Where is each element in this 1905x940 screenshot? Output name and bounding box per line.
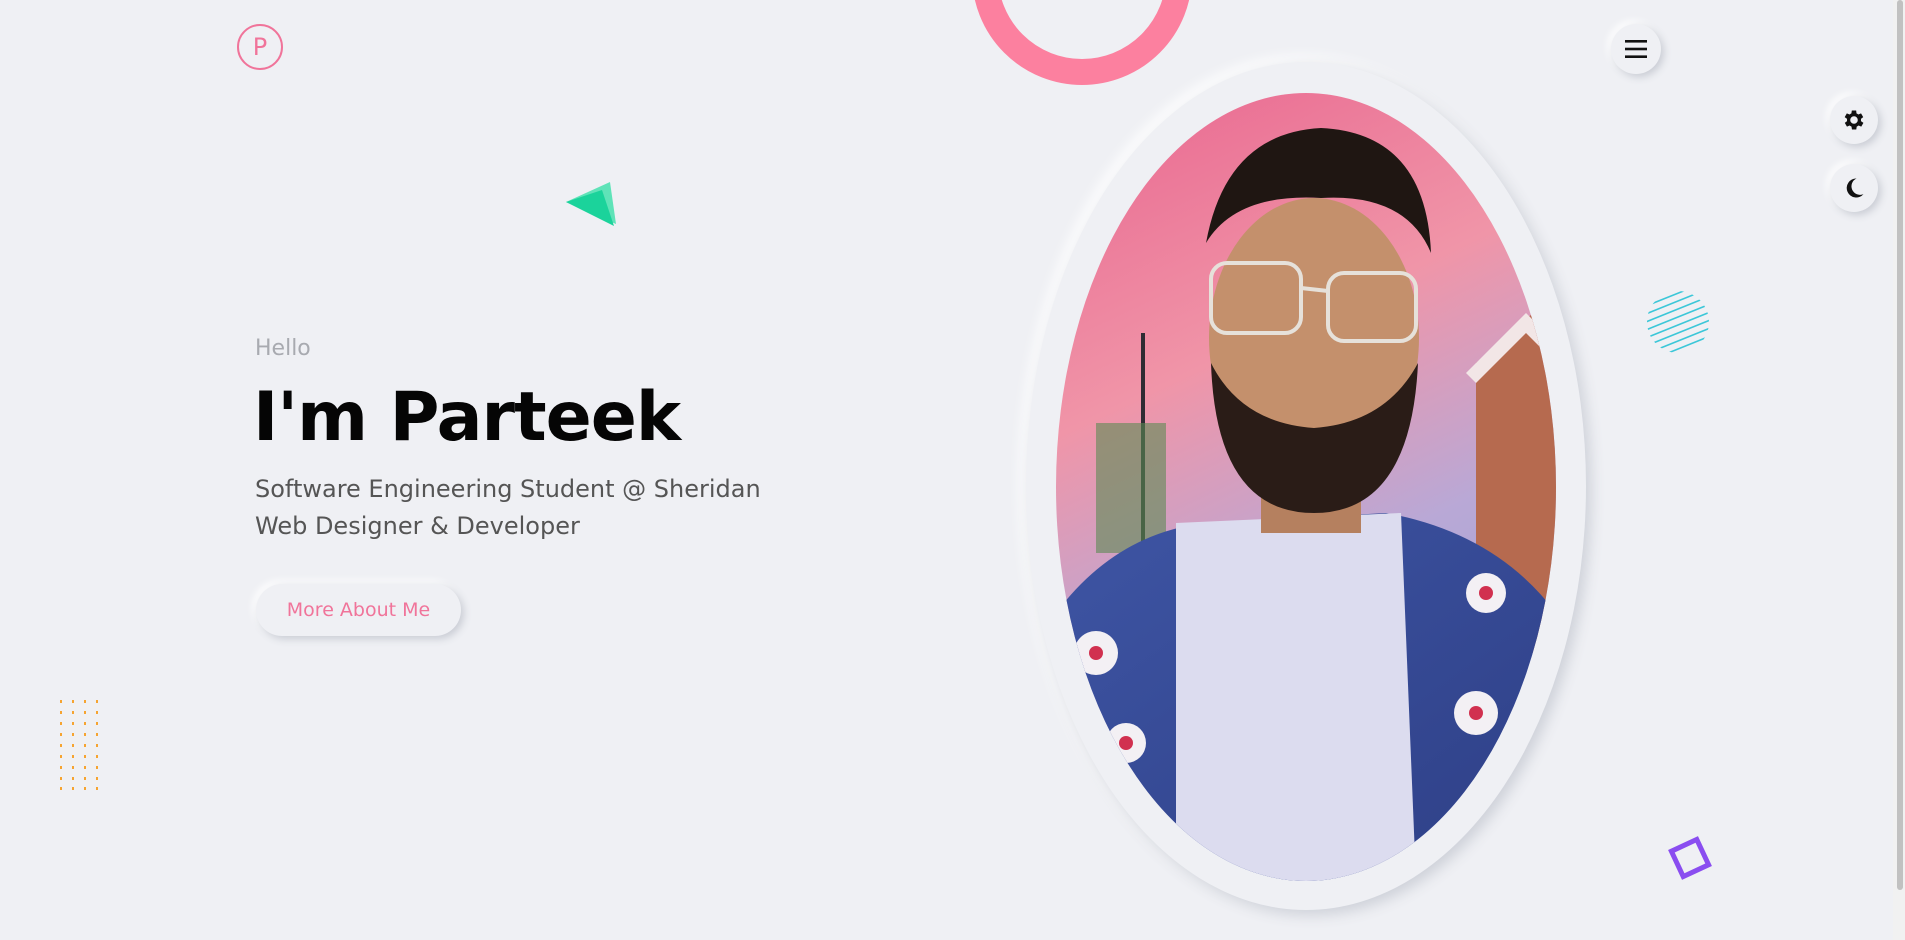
more-about-me-button[interactable]: More About Me bbox=[256, 584, 461, 636]
theme-toggle-button[interactable] bbox=[1830, 164, 1878, 212]
role-line-1: Software Engineering Student @ Sheridan bbox=[255, 475, 761, 503]
scrollbar-thumb[interactable] bbox=[1897, 0, 1903, 890]
decorative-striped-circle-icon bbox=[1647, 291, 1709, 353]
decorative-green-triangle-icon bbox=[566, 182, 616, 226]
logo-letter: P bbox=[252, 33, 268, 61]
role-line-2: Web Designer & Developer bbox=[255, 512, 580, 540]
decorative-orange-dots-icon bbox=[60, 700, 98, 790]
gear-icon bbox=[1844, 110, 1864, 130]
greeting: Hello bbox=[255, 336, 311, 361]
hero-name: I'm Parteek bbox=[253, 378, 681, 457]
decorative-pink-ring bbox=[972, 0, 1192, 85]
moon-icon bbox=[1846, 178, 1864, 198]
decorative-purple-square-icon bbox=[1668, 836, 1712, 880]
logo[interactable]: P bbox=[237, 24, 283, 70]
scrollbar-track[interactable] bbox=[1893, 0, 1905, 940]
menu-button[interactable] bbox=[1611, 24, 1661, 74]
hamburger-menu-icon bbox=[1625, 40, 1647, 58]
settings-button[interactable] bbox=[1830, 96, 1878, 144]
profile-photo bbox=[1056, 93, 1556, 881]
